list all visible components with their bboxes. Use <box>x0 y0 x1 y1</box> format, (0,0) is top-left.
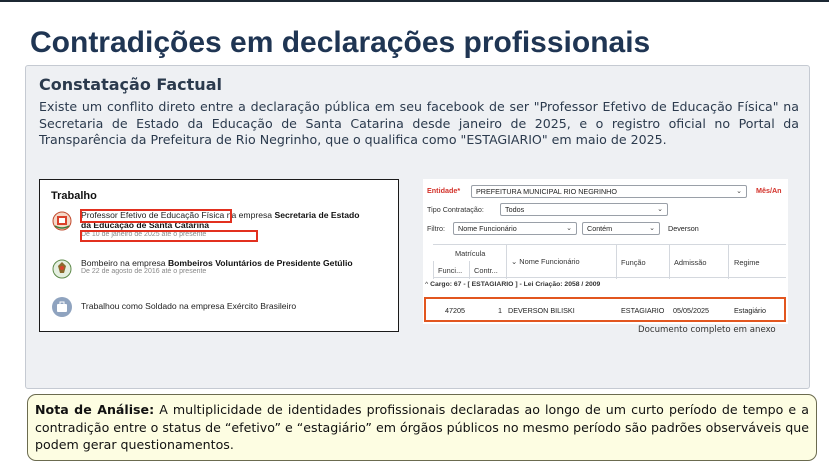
facebook-work-heading: Trabalho <box>51 190 97 202</box>
work-company: Secretaria de Estado <box>274 210 360 220</box>
col-funcao[interactable]: Função <box>621 258 646 267</box>
column-separator <box>669 245 670 279</box>
cell-nome: DEVERSON BILISKI <box>508 306 575 315</box>
page-title: Contradições em declarações profissionai… <box>30 26 651 59</box>
chevron-down-icon: ⌄ <box>649 225 655 232</box>
work-company: Bombeiros Voluntários de Presidente Getú… <box>167 258 353 268</box>
column-separator <box>616 245 617 279</box>
month-label-text: Mês/An <box>756 186 782 195</box>
work-item-line: Trabalhou como Soldado na empresa Exérci… <box>81 301 297 311</box>
col-regime[interactable]: Regime <box>734 258 759 267</box>
cell-admissao: 05/05/2025 <box>673 306 709 315</box>
contract-label: Tipo Contratação: <box>427 205 484 214</box>
filter-operator-value: Contém <box>587 224 613 233</box>
entity-label: Entidade* <box>427 186 460 195</box>
column-separator <box>433 261 434 279</box>
filter-operator-select[interactable]: Contém ⌄ <box>582 222 660 235</box>
facebook-work-screenshot: Trabalho Professor Efetivo de Educação F… <box>39 179 399 332</box>
state-coat-of-arms-icon <box>52 211 72 231</box>
entity-select[interactable]: PREFEITURA MUNICIPAL RIO NEGRINHO ⌄ <box>471 185 747 198</box>
cargo-group-label: Cargo: 67 - [ ESTAGIARIO ] - Lei Criação… <box>430 281 601 288</box>
note-label: Nota de Análise: <box>35 402 155 417</box>
analysis-note: Nota de Análise: A multiplicidade de ide… <box>27 394 817 461</box>
table-row[interactable]: 47205 1 DEVERSON BILISKI ESTAGIARIO 05/0… <box>424 297 786 322</box>
fact-text: Existe um conflito direto entre a declar… <box>39 99 799 147</box>
cell-funcao: ESTAGIARIO <box>621 306 665 315</box>
filter-value-input[interactable]: Deverson <box>666 222 784 235</box>
column-separator <box>728 245 729 279</box>
col-nome-label: Nome Funcionário <box>519 257 580 266</box>
chevron-down-icon: ⌄ <box>657 206 663 213</box>
top-rule <box>0 0 829 2</box>
entity-value: PREFEITURA MUNICIPAL RIO NEGRINHO <box>476 187 617 196</box>
contract-value: Todos <box>505 205 525 214</box>
cell-contr: 1 <box>498 306 502 315</box>
fact-heading: Constatação Factual <box>39 75 222 94</box>
work-briefcase-icon <box>52 297 72 317</box>
work-date: De 22 de agosto de 2016 até o presente <box>81 268 207 275</box>
chevron-down-icon: ⌄ <box>511 257 518 266</box>
month-label: Mês/An <box>756 186 782 195</box>
fact-panel: Constatação Factual Existe um conflito d… <box>25 65 810 389</box>
filter-field-value: Nome Funcionário <box>458 224 517 233</box>
cell-func: 47205 <box>445 306 465 315</box>
cargo-group-row[interactable]: ^ Cargo: 67 - [ ESTAGIARIO ] - Lei Criaç… <box>423 281 788 288</box>
document-caption: Documento completo em anexo <box>638 325 776 335</box>
contract-select[interactable]: Todos ⌄ <box>500 203 668 216</box>
firefighter-badge-icon <box>52 259 72 279</box>
highlight-box-role <box>80 209 232 223</box>
work-role: Bombeiro na empresa <box>81 258 168 268</box>
results-table-header: Matrícula Funci... Contr... ⌄ Nome Funci… <box>433 244 786 279</box>
col-admissao[interactable]: Admissão <box>674 258 706 267</box>
cell-regime: Estagiário <box>734 306 766 315</box>
filter-label: Filtro: <box>427 224 445 233</box>
chevron-up-icon: ^ <box>425 281 429 288</box>
col-contr[interactable]: Contr... <box>474 266 498 275</box>
highlight-box-date <box>80 230 258 242</box>
column-separator <box>506 245 507 279</box>
filter-field-select[interactable]: Nome Funcionário ⌄ <box>453 222 577 235</box>
chevron-down-icon: ⌄ <box>736 188 742 195</box>
work-item-line: Bombeiro na empresa Bombeiros Voluntário… <box>81 258 353 268</box>
chevron-down-icon: ⌄ <box>566 225 572 232</box>
column-separator <box>469 261 470 279</box>
col-matricula: Matrícula <box>455 249 486 258</box>
transparency-portal-screenshot: Entidade* PREFEITURA MUNICIPAL RIO NEGRI… <box>423 179 788 324</box>
col-nome[interactable]: ⌄ Nome Funcionário <box>511 257 580 266</box>
entity-label-text: Entidade* <box>427 186 461 195</box>
col-func[interactable]: Funci... <box>438 266 462 275</box>
